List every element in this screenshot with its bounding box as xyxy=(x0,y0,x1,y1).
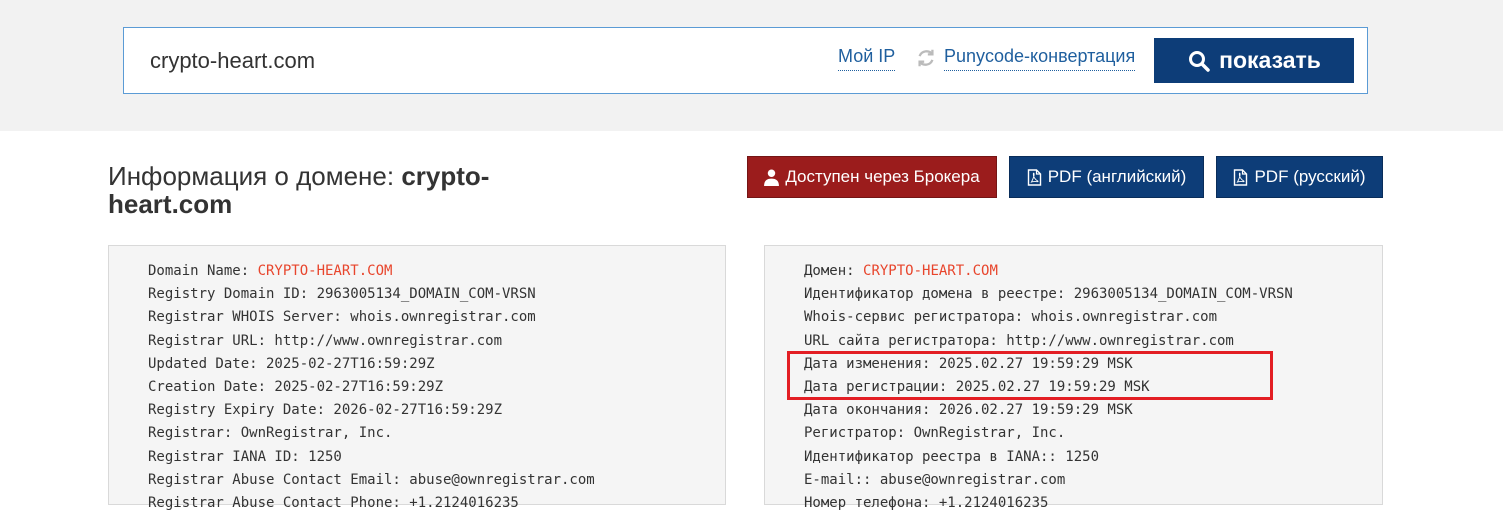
search-icon xyxy=(1189,50,1210,72)
domain-search-input[interactable] xyxy=(150,42,790,80)
whois-row: Номер телефона: +1.2124016235 xyxy=(804,494,1049,511)
whois-row: Домен: CRYPTO-HEART.COM xyxy=(804,263,1382,286)
my-ip-link[interactable]: Мой IP xyxy=(838,46,896,71)
punycode-link[interactable]: Punycode-конвертация xyxy=(944,46,1136,71)
whois-row: Registry Expiry Date: 2026-02-27T16:59:2… xyxy=(148,402,503,419)
pdf-russian-button[interactable]: PDF (русский) xyxy=(1216,156,1383,198)
whois-row: Дата окончания: 2026.02.27 19:59:29 MSK xyxy=(804,402,1133,419)
whois-row: Registry Domain ID: 2963005134_DOMAIN_CO… xyxy=(148,286,536,303)
pdf-file-icon xyxy=(1027,168,1041,186)
whois-row: Registrar IANA ID: 1250 xyxy=(148,448,342,465)
whois-row: Registrar: OwnRegistrar, Inc. xyxy=(148,425,393,442)
user-icon xyxy=(764,169,780,186)
broker-button[interactable]: Доступен через Брокера xyxy=(747,156,997,198)
whois-row: Дата регистрации: 2025.02.27 19:59:29 MS… xyxy=(804,378,1150,395)
show-button-label: показать xyxy=(1219,47,1321,73)
whois-row: Registrar Abuse Contact Email: abuse@own… xyxy=(148,471,595,488)
show-button[interactable]: показать xyxy=(1154,38,1354,83)
pdf-english-button[interactable]: PDF (английский) xyxy=(1009,156,1204,198)
whois-row: Creation Date: 2025-02-27T16:59:29Z xyxy=(148,378,444,395)
domain-name-value: CRYPTO-HEART.COM xyxy=(257,263,393,279)
whois-row: Whois-сервис регистратора: whois.ownregi… xyxy=(804,309,1218,326)
whois-row: Registrar Abuse Contact Phone: +1.212401… xyxy=(148,494,519,511)
whois-panel-english: Domain Name: CRYPTO-HEART.COM Registry D… xyxy=(108,245,726,511)
whois-label: Домен: xyxy=(804,263,864,279)
broker-button-label: Доступен через Брокера xyxy=(785,167,980,186)
page-title-prefix: Информация о домене: xyxy=(108,161,402,191)
whois-row: Registrar WHOIS Server: whois.ownregistr… xyxy=(148,309,536,326)
whois-row: Дата изменения: 2025.02.27 19:59:29 MSK xyxy=(804,355,1133,372)
whois-row: Updated Date: 2025-02-27T16:59:29Z xyxy=(148,355,435,372)
search-band: Мой IP Punycode-конвертация показать xyxy=(0,0,1503,131)
domain-name-value: CRYPTO-HEART.COM xyxy=(863,263,998,279)
whois-row: Идентификатор домена в реестре: 29630051… xyxy=(804,286,1293,303)
refresh-icon xyxy=(918,49,934,67)
search-box: Мой IP Punycode-конвертация показать xyxy=(123,27,1368,94)
pdf-file-icon xyxy=(1234,168,1248,186)
whois-row: Регистратор: OwnRegistrar, Inc. xyxy=(804,425,1066,442)
whois-row: Идентификатор реестра в IANA:: 1250 xyxy=(804,448,1100,465)
whois-row: Registrar URL: http://www.ownregistrar.c… xyxy=(148,332,503,349)
whois-panel-russian: Домен: CRYPTO-HEART.COM Идентификатор до… xyxy=(764,245,1383,511)
pdf-russian-label: PDF (русский) xyxy=(1254,167,1366,186)
page-title: Информация о домене: crypto-heart.com xyxy=(108,162,528,218)
whois-row: URL сайта регистратора: http://www.ownre… xyxy=(804,332,1234,349)
whois-row: E-mail:: abuse@ownregistrar.com xyxy=(804,471,1066,488)
pdf-english-label: PDF (английский) xyxy=(1047,167,1187,186)
whois-label: Domain Name: xyxy=(148,263,258,279)
whois-row: Domain Name: CRYPTO-HEART.COM xyxy=(148,263,725,286)
